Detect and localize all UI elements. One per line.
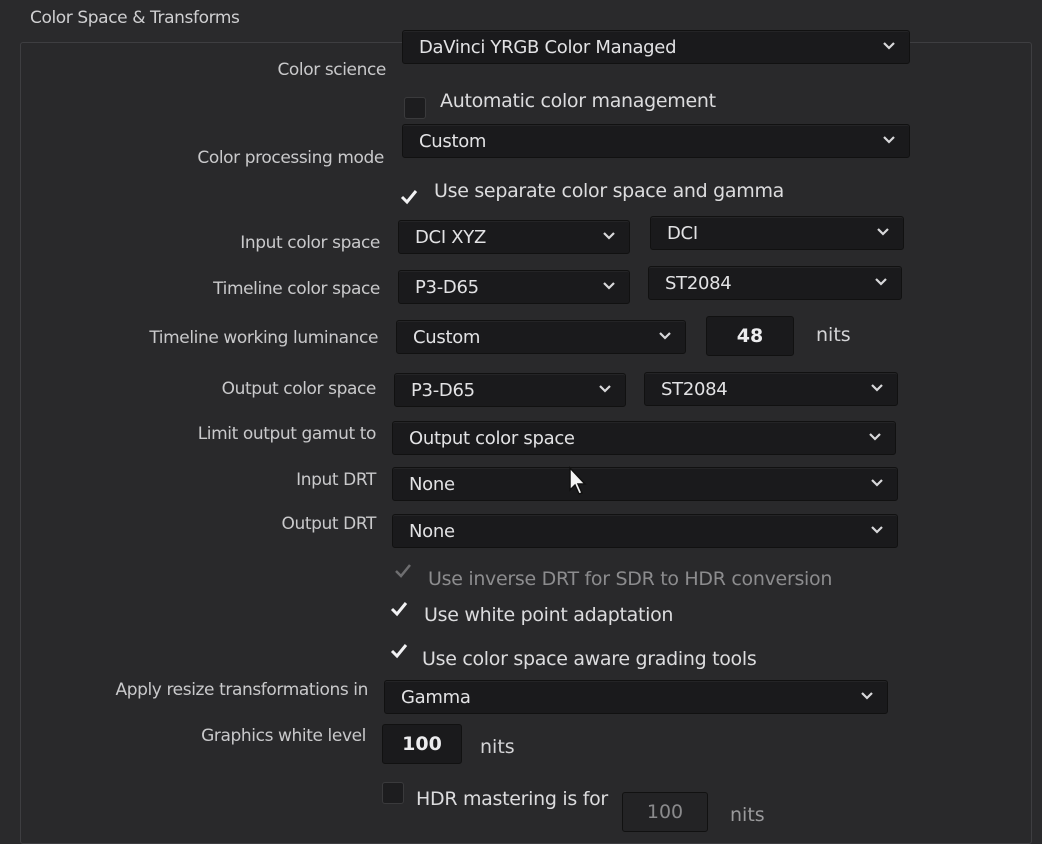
output-gamma-dropdown[interactable]: ST2084 [644, 372, 898, 406]
checkmark-icon [390, 644, 408, 659]
chevron-down-icon [883, 136, 895, 144]
hdr-mastering-checkbox[interactable] [382, 782, 404, 804]
chevron-down-icon [871, 384, 883, 392]
chevron-down-icon [871, 526, 883, 534]
timeline-gamma-value: ST2084 [665, 273, 732, 294]
timeline-working-luminance-value: Custom [413, 327, 481, 348]
color-space-aware-tools-checkbox[interactable] [388, 640, 410, 662]
output-drt-value: None [409, 521, 455, 542]
use-inverse-drt-label: Use inverse DRT for SDR to HDR conversio… [428, 568, 833, 590]
color-science-label: Color science [277, 60, 386, 80]
color-processing-mode-dropdown[interactable]: Custom [402, 124, 910, 158]
color-processing-mode-label: Color processing mode [197, 148, 384, 168]
input-drt-label: Input DRT [296, 470, 376, 490]
apply-resize-dropdown[interactable]: Gamma [384, 680, 888, 714]
output-drt-dropdown[interactable]: None [392, 514, 898, 548]
limit-output-gamut-value: Output color space [409, 428, 575, 449]
chevron-down-icon [869, 433, 881, 441]
color-processing-mode-value: Custom [419, 131, 487, 152]
white-point-adaptation-checkbox[interactable] [388, 598, 410, 620]
color-science-dropdown[interactable]: DaVinci YRGB Color Managed [402, 30, 910, 64]
apply-resize-value: Gamma [401, 687, 471, 708]
hdr-mastering-unit: nits [730, 804, 765, 826]
input-color-space-dropdown[interactable]: DCI XYZ [398, 220, 630, 254]
hdr-mastering-label: HDR mastering is for [416, 788, 608, 810]
timeline-working-luminance-dropdown[interactable]: Custom [396, 320, 686, 354]
mouse-cursor-icon [569, 466, 587, 495]
output-color-space-value: P3-D65 [411, 380, 475, 401]
use-separate-color-space-label: Use separate color space and gamma [434, 180, 785, 202]
limit-output-gamut-label: Limit output gamut to [197, 424, 377, 444]
chevron-down-icon [659, 332, 671, 340]
chevron-down-icon [603, 282, 615, 290]
input-gamma-value: DCI [667, 223, 698, 244]
checkmark-icon [400, 190, 418, 205]
timeline-color-space-value: P3-D65 [415, 277, 479, 298]
color-science-value: DaVinci YRGB Color Managed [419, 37, 677, 58]
input-gamma-dropdown[interactable]: DCI [650, 216, 904, 250]
checkmark-icon [390, 602, 408, 617]
automatic-color-management-checkbox[interactable] [404, 97, 426, 119]
white-point-adaptation-label: Use white point adaptation [424, 604, 674, 626]
timeline-gamma-dropdown[interactable]: ST2084 [648, 266, 902, 300]
output-color-space-dropdown[interactable]: P3-D65 [394, 373, 626, 407]
chevron-down-icon [875, 278, 887, 286]
chevron-down-icon [599, 385, 611, 393]
section-title: Color Space & Transforms [30, 8, 240, 28]
input-drt-dropdown[interactable]: None [392, 467, 898, 501]
automatic-color-management-label: Automatic color management [440, 90, 716, 112]
chevron-down-icon [861, 692, 873, 700]
hdr-mastering-nits-input[interactable]: 100 [622, 792, 708, 832]
chevron-down-icon [603, 232, 615, 240]
timeline-color-space-dropdown[interactable]: P3-D65 [398, 270, 630, 304]
graphics-white-level-input[interactable]: 100 [382, 724, 462, 764]
timeline-luminance-unit: nits [816, 324, 851, 346]
graphics-white-level-label: Graphics white level [201, 726, 366, 746]
timeline-color-space-label: Timeline color space [213, 279, 380, 299]
chevron-down-icon [883, 42, 895, 50]
input-color-space-value: DCI XYZ [415, 227, 487, 248]
input-drt-value: None [409, 474, 455, 495]
chevron-down-icon [871, 479, 883, 487]
output-gamma-value: ST2084 [661, 379, 728, 400]
timeline-luminance-nits-input[interactable]: 48 [706, 316, 794, 356]
timeline-working-luminance-label: Timeline working luminance [149, 328, 378, 348]
chevron-down-icon [877, 228, 889, 236]
color-space-aware-tools-label: Use color space aware grading tools [422, 648, 757, 670]
graphics-white-level-unit: nits [480, 736, 515, 758]
output-drt-label: Output DRT [281, 514, 376, 534]
checkmark-icon [395, 564, 411, 578]
use-inverse-drt-checkbox[interactable] [392, 560, 414, 582]
use-separate-color-space-checkbox[interactable] [398, 186, 420, 208]
output-color-space-label: Output color space [221, 379, 377, 399]
limit-output-gamut-dropdown[interactable]: Output color space [392, 421, 896, 455]
apply-resize-label: Apply resize transformations in [115, 680, 368, 700]
input-color-space-label: Input color space [240, 233, 380, 253]
